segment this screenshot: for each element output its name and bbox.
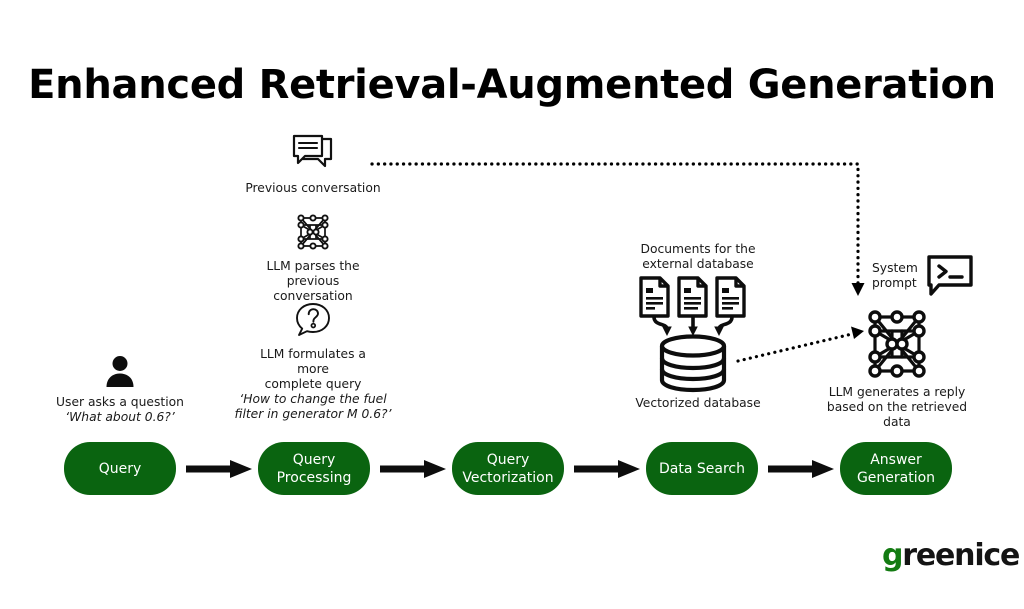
user-quote: ‘What about 0.6?’: [65, 410, 175, 424]
system-prompt-group: System prompt: [872, 255, 974, 297]
pipeline-step-data-search-line1: Data Search: [659, 460, 745, 477]
llm-generate-label-line2: based on the retrieved: [826, 400, 968, 414]
documents-label-line2: external database: [642, 257, 754, 271]
pipeline-step-query-vectorization[interactable]: Query Vectorization: [452, 442, 564, 495]
documents-label-group: Documents for the external database: [628, 242, 768, 272]
llm-parse-group: LLM parses the previous conversation: [243, 212, 383, 304]
terminal-bubble-icon: [927, 255, 973, 296]
pipeline-step-answer-generation-line1: Answer: [870, 451, 922, 468]
previous-conversation-label: Previous conversation: [245, 181, 381, 195]
document-icon: [715, 276, 746, 318]
system-prompt-label-line2: prompt: [872, 276, 917, 290]
reformulated-query-line2: filter in generator M 0.6?’: [234, 407, 392, 421]
llm-generate-label-line1: LLM generates a reply: [828, 385, 966, 399]
user-label: User asks a question: [56, 395, 184, 409]
pipeline-arrow-3: [574, 460, 640, 478]
reformulated-query-group: ‘How to change the fuel filter in genera…: [233, 392, 393, 422]
pipeline-step-query-processing-line1: Query: [292, 451, 336, 468]
pipeline-step-query-vectorization-line2: Vectorization: [462, 469, 554, 486]
database-label: Vectorized database: [635, 396, 761, 410]
document-icon: [677, 276, 708, 318]
pipeline-step-query-vectorization-line1: Query: [486, 451, 530, 468]
llm-parse-label-line1: LLM parses the previous: [266, 259, 360, 288]
question-bubble-icon: [296, 303, 330, 336]
pipeline-arrow-4: [768, 460, 834, 478]
pipeline-step-query[interactable]: Query: [64, 442, 176, 495]
system-prompt-label-line1: System: [872, 261, 918, 275]
pipeline-step-query-line1: Query: [98, 460, 142, 477]
document-icon: [639, 276, 670, 318]
page-title: Enhanced Retrieval-Augmented Generation: [28, 62, 996, 108]
logo-remaining-text: reenice: [902, 538, 1020, 573]
pipeline-arrow-2: [380, 460, 446, 478]
llm-formulate-label-line2: complete query: [264, 377, 362, 391]
pipeline-step-answer-generation[interactable]: Answer Generation: [840, 442, 952, 495]
pipeline-step-answer-generation-line2: Generation: [856, 469, 936, 486]
llm-formulate-group: LLM formulates a more complete query: [243, 300, 383, 392]
user-icon: [106, 356, 134, 387]
neural-network-icon: [297, 214, 329, 250]
previous-conversation-group: Previous conversation: [243, 134, 383, 196]
llm-generate-group: LLM generates a reply based on the retri…: [826, 308, 968, 430]
pipeline-step-query-processing-line2: Processing: [276, 469, 352, 486]
pipeline-step-data-search[interactable]: Data Search: [646, 442, 758, 495]
neural-network-icon: [868, 310, 926, 378]
pipeline-arrow-1: [186, 460, 252, 478]
llm-generate-label-line3: data: [883, 415, 911, 429]
reformulated-query-line1: ‘How to change the fuel: [239, 392, 387, 406]
documents-label-line1: Documents for the: [640, 242, 756, 256]
greenice-logo[interactable]: greenice: [882, 538, 1020, 573]
logo-g-letter: g: [882, 538, 903, 573]
diagram-canvas: Enhanced Retrieval-Augmented Generation …: [0, 0, 1024, 609]
documents-to-database-graphic: [639, 276, 746, 393]
llm-formulate-label-line1: LLM formulates a more: [260, 347, 366, 376]
user-group: User asks a question ‘What about 0.6?’: [49, 352, 191, 425]
chat-bubbles-icon: [292, 134, 333, 168]
database-cylinder-icon: [659, 334, 727, 393]
pipeline-step-query-processing[interactable]: Query Processing: [258, 442, 370, 495]
